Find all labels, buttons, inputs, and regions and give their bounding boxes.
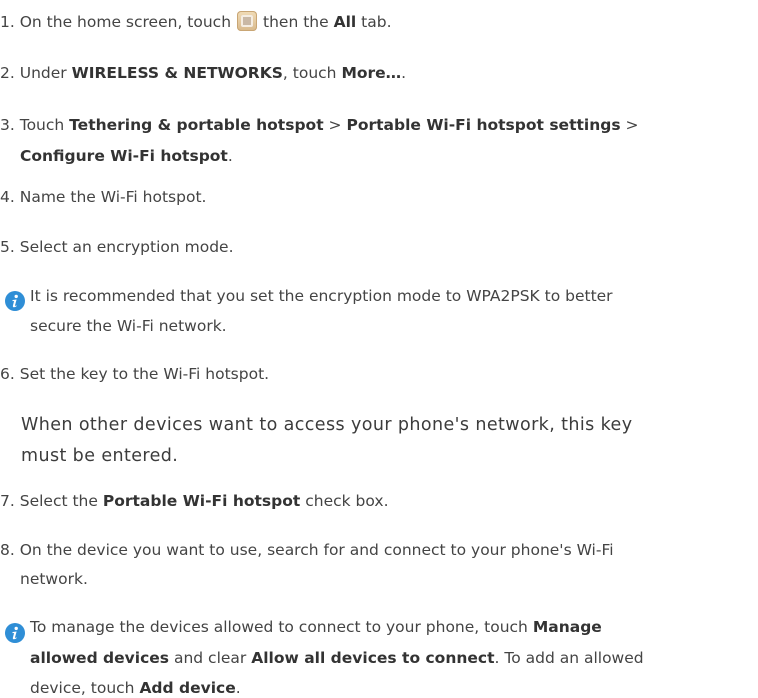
step-1-text-mid: then the xyxy=(263,13,329,31)
step-1: 1. On the home screen, touch then the All… xyxy=(0,11,392,32)
note-1-line-2: secure the Wi-Fi network. xyxy=(30,317,227,335)
app-launcher-icon xyxy=(237,11,258,31)
note-2-line-3: device, touch Add device. xyxy=(30,678,241,698)
step-2-text-mid: , touch xyxy=(282,64,337,82)
instructions-document: 1. On the home screen, touch then the All… xyxy=(0,0,758,697)
step-2-bold-more: More… xyxy=(341,64,402,82)
step-3-number: 3. xyxy=(0,116,15,134)
step-6-number: 6. xyxy=(0,365,15,383)
step-7-text: Select the xyxy=(19,492,98,510)
step-3-bold-settings: Portable Wi-Fi hotspot settings xyxy=(346,116,621,134)
step-4-number: 4. xyxy=(0,188,15,206)
step-7-bold: Portable Wi-Fi hotspot xyxy=(102,492,301,510)
note-2-text-final: . xyxy=(235,679,241,697)
step-3-continued: Configure Wi-Fi hotspot. xyxy=(20,146,233,166)
step-3-bold-configure: Configure Wi-Fi hotspot xyxy=(20,147,228,165)
step-6-text: Set the key to the Wi-Fi hotspot. xyxy=(19,365,270,383)
note-2-bold-allowed-devices: allowed devices xyxy=(30,649,170,667)
step-6: 6. Set the key to the Wi-Fi hotspot. xyxy=(0,364,269,384)
step-1-number: 1. xyxy=(0,13,15,31)
step-3: 3. Touch Tethering & portable hotspot > … xyxy=(0,115,639,135)
info-icon xyxy=(5,291,25,311)
step-4: 4. Name the Wi-Fi hotspot. xyxy=(0,187,206,207)
step-8-text: On the device you want to use, search fo… xyxy=(19,541,614,559)
note-2-line-1: To manage the devices allowed to connect… xyxy=(30,617,602,637)
step-7-text-end: check box. xyxy=(305,492,389,510)
step-3-separator-1: > xyxy=(328,116,342,134)
note-2-bold-manage: Manage xyxy=(532,618,602,636)
step-3-separator-2: > xyxy=(625,116,639,134)
step-5: 5. Select an encryption mode. xyxy=(0,237,234,257)
key-note-line-2: must be entered. xyxy=(21,446,179,466)
step-7-number: 7. xyxy=(0,492,15,510)
step-3-bold-tethering: Tethering & portable hotspot xyxy=(69,116,324,134)
note-2-bold-allow-all: Allow all devices to connect xyxy=(251,649,495,667)
step-8: 8. On the device you want to use, search… xyxy=(0,540,614,560)
step-2: 2. Under WIRELESS & NETWORKS, touch More… xyxy=(0,63,406,83)
step-2-bold-section: WIRELESS & NETWORKS xyxy=(71,64,283,82)
note-2-bold-add-device: Add device xyxy=(139,679,236,697)
note-2-text-end: . To add an allowed xyxy=(494,649,644,667)
step-8-line-2: network. xyxy=(20,570,88,588)
info-icon xyxy=(5,623,25,643)
step-3-text-end: . xyxy=(227,147,233,165)
step-7: 7. Select the Portable Wi-Fi hotspot che… xyxy=(0,491,389,511)
step-4-text: Name the Wi-Fi hotspot. xyxy=(19,188,207,206)
step-2-text-end: . xyxy=(401,64,407,82)
step-1-text: On the home screen, touch xyxy=(19,13,232,31)
step-1-text-end: tab. xyxy=(361,13,392,31)
step-8-number: 8. xyxy=(0,541,15,559)
note-2-line-2: allowed devices and clear Allow all devi… xyxy=(30,648,644,668)
note-2-text-mid: and clear xyxy=(173,649,247,667)
step-2-number: 2. xyxy=(0,64,15,82)
step-3-text: Touch xyxy=(19,116,65,134)
note-2-text: To manage the devices allowed to connect… xyxy=(30,618,528,636)
key-note-line-1: When other devices want to access your p… xyxy=(21,415,633,435)
step-2-text: Under xyxy=(19,64,67,82)
note-1-line-1: It is recommended that you set the encry… xyxy=(30,287,613,305)
step-5-text: Select an encryption mode. xyxy=(19,238,234,256)
note-2-text-device: device, touch xyxy=(30,679,135,697)
step-5-number: 5. xyxy=(0,238,15,256)
step-1-bold: All xyxy=(333,13,357,31)
